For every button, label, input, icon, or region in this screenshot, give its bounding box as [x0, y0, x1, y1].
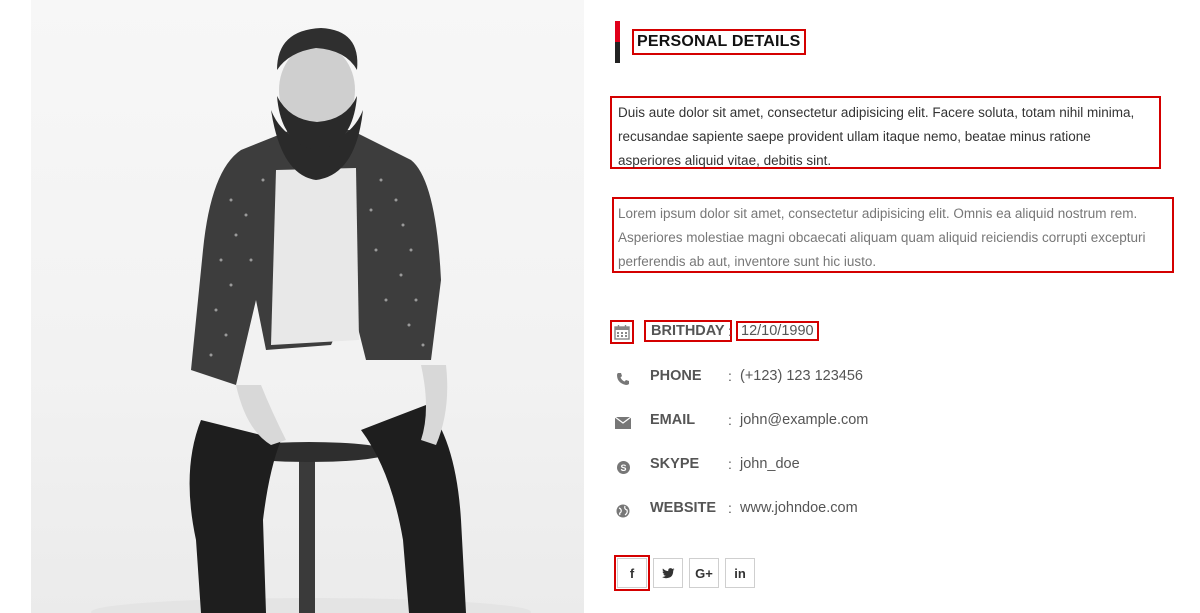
detail-separator: :	[728, 456, 732, 472]
detail-separator: :	[728, 323, 732, 339]
twitter-icon[interactable]	[653, 558, 683, 588]
detail-row-email: EMAIL : john@example.com	[607, 409, 1167, 435]
secondary-paragraph: Lorem ipsum dolor sit amet, consectetur …	[612, 197, 1174, 273]
detail-value: www.johndoe.com	[740, 500, 858, 516]
detail-separator: :	[728, 500, 732, 516]
facebook-icon[interactable]: f	[614, 555, 650, 591]
detail-label: BRITHDAY	[644, 320, 732, 342]
detail-row-website: WEBSITE : www.johndoe.com	[607, 497, 1167, 523]
section-header: PERSONAL DETAILS	[615, 21, 806, 63]
detail-separator: :	[728, 412, 732, 428]
intro-paragraph: Duis aute dolor sit amet, consectetur ad…	[610, 96, 1161, 169]
detail-row-birthday: BRITHDAY : 12/10/1990	[607, 320, 1167, 346]
detail-label: PHONE	[650, 368, 702, 384]
linkedin-icon[interactable]: in	[725, 558, 755, 588]
detail-label: EMAIL	[650, 412, 696, 428]
detail-value: john@example.com	[740, 412, 869, 428]
detail-label: WEBSITE	[650, 500, 717, 516]
detail-value: (+123) 123 123456	[740, 368, 863, 384]
detail-value: john_doe	[740, 456, 800, 472]
detail-row-skype: S SKYPE : john_doe	[607, 453, 1167, 479]
detail-row-phone: PHONE : (+123) 123 123456	[607, 365, 1167, 391]
personal-details-section: PERSONAL DETAILS Duis aute dolor sit ame…	[607, 0, 1187, 613]
title-accent-bar	[615, 21, 620, 63]
profile-photo	[31, 0, 584, 613]
detail-label: SKYPE	[650, 456, 700, 472]
section-title: PERSONAL DETAILS	[632, 29, 806, 55]
globe-icon	[611, 499, 635, 523]
svg-text:S: S	[620, 463, 626, 473]
phone-icon	[611, 367, 635, 391]
skype-icon: S	[611, 455, 635, 479]
google-plus-icon[interactable]: G+	[689, 558, 719, 588]
calendar-icon	[610, 320, 634, 344]
envelope-icon	[611, 411, 635, 435]
detail-separator: :	[728, 368, 732, 384]
social-links: f G+ in	[614, 555, 755, 591]
detail-value: 12/10/1990	[736, 321, 819, 341]
